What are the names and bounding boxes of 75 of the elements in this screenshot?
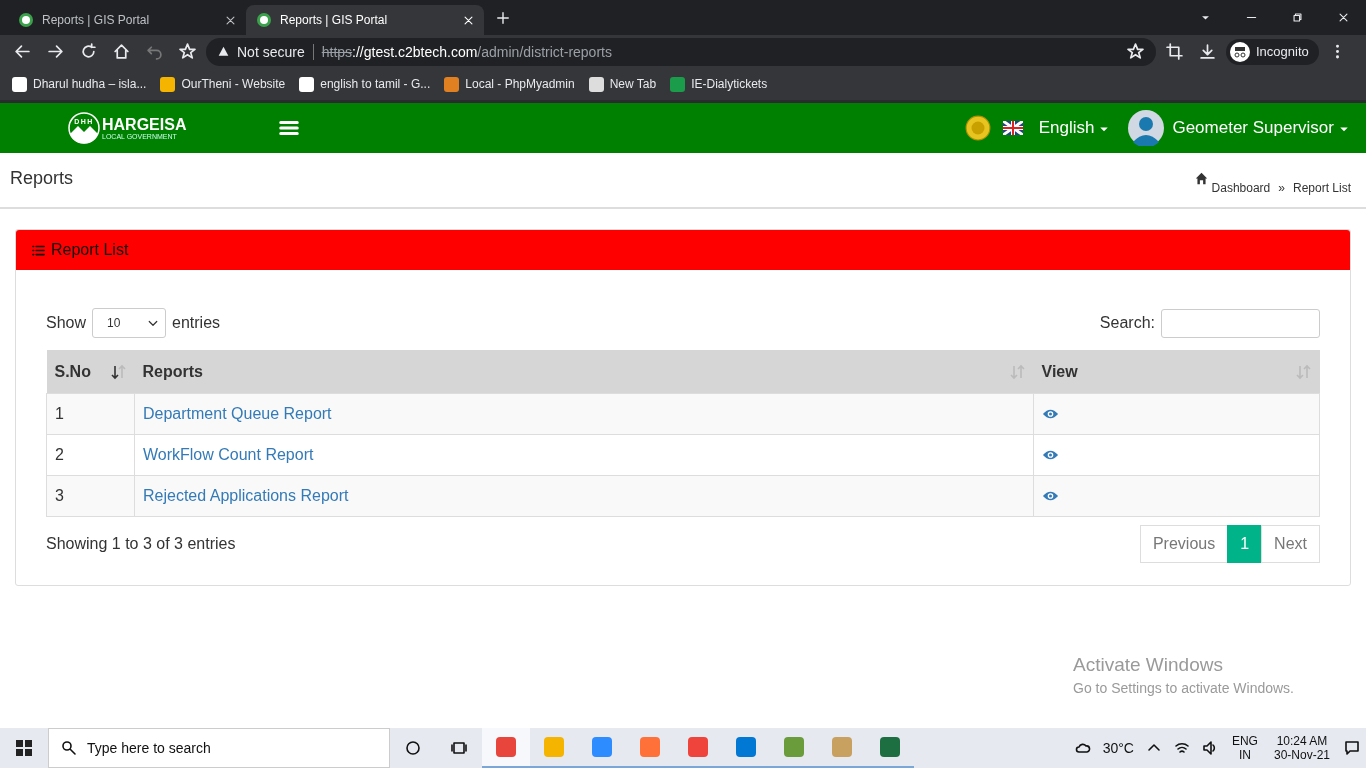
crop-icon[interactable] <box>1166 43 1183 60</box>
wifi-icon[interactable] <box>1173 740 1190 756</box>
undo-icon[interactable] <box>146 43 163 60</box>
breadcrumb-separator: » <box>1278 181 1285 195</box>
card-title: Report List <box>51 241 129 259</box>
table-cell: 2 <box>46 434 135 476</box>
entries-info: Showing 1 to 3 of 3 entries <box>46 535 236 553</box>
back-icon[interactable] <box>14 43 31 60</box>
tab-title: Reports | GIS Portal <box>280 13 389 27</box>
incognito-icon <box>1230 41 1250 62</box>
reload-icon[interactable] <box>80 43 97 60</box>
report-link[interactable]: Rejected Applications Report <box>143 487 349 504</box>
flag-icon <box>1002 121 1023 135</box>
report-link[interactable]: Department Queue Report <box>143 405 332 422</box>
column-header[interactable]: View <box>1033 350 1320 394</box>
table-cell: 1 <box>46 393 135 435</box>
bookmark-item[interactable]: New Tab <box>588 76 657 92</box>
table-cell: 3 <box>46 475 135 517</box>
star-icon[interactable] <box>1127 43 1144 60</box>
home-icon <box>1194 171 1208 185</box>
home-icon[interactable] <box>113 43 130 60</box>
eye-icon[interactable] <box>1042 490 1059 502</box>
show-label: Show <box>46 314 87 332</box>
breadcrumb-item: Report List <box>1292 181 1351 195</box>
warning-icon <box>218 46 229 57</box>
restore-icon[interactable] <box>1291 12 1303 23</box>
entries-select[interactable]: 10 <box>92 308 167 338</box>
language-dropdown[interactable]: English <box>1038 118 1111 138</box>
profile-button[interactable]: Incognito <box>1226 38 1319 65</box>
breadcrumb-item[interactable]: Dashboard <box>1211 181 1271 195</box>
avatar-icon[interactable] <box>1128 110 1165 146</box>
entries-label: entries <box>172 314 221 332</box>
tab-title: Reports | GIS Portal <box>42 13 151 27</box>
browser-tab[interactable]: Reports | GIS Portal <box>246 5 484 35</box>
star-icon[interactable] <box>179 43 196 60</box>
activation-text: Go to Settings to activate Windows. <box>1073 680 1295 696</box>
activation-title: Activate Windows <box>1073 654 1224 676</box>
search-field[interactable] <box>1161 308 1320 338</box>
weather-temperature[interactable]: 30°C <box>1102 740 1134 756</box>
input-region[interactable]: IN <box>1238 748 1251 762</box>
bookmark-item[interactable]: Dharul hudha – isla... <box>12 76 147 92</box>
column-header[interactable]: Reports <box>134 350 1034 394</box>
input-language[interactable]: ENG <box>1231 734 1258 748</box>
report-link[interactable]: WorkFlow Count Report <box>143 446 314 463</box>
search-icon <box>61 740 77 756</box>
security-label: Not secure <box>237 43 305 60</box>
bookmark-item[interactable]: IE-Dialytickets <box>670 76 768 92</box>
notification-icon[interactable] <box>1344 740 1360 756</box>
url-text: https://gtest.c2btech.com/admin/district-reports <box>321 43 612 60</box>
download-icon[interactable] <box>1199 43 1216 60</box>
page-title: Reports <box>10 168 74 190</box>
windows-start-icon[interactable] <box>16 740 32 756</box>
speaker-icon[interactable] <box>1201 740 1218 756</box>
list-icon <box>32 243 45 257</box>
forward-icon[interactable] <box>47 43 64 60</box>
emblem-icon <box>964 115 991 141</box>
close-icon[interactable] <box>225 14 236 26</box>
taskbar-search-field[interactable]: Type here to search <box>87 740 211 756</box>
bookmark-item[interactable]: Local - PhpMyadmin <box>444 76 575 92</box>
bookmark-item[interactable]: OurTheni - Website <box>160 76 286 92</box>
logo-title: HARGEISA <box>102 116 187 133</box>
clock-date[interactable]: 30-Nov-21 <box>1273 748 1330 762</box>
search-label: Search: <box>1099 314 1155 332</box>
new-tab-icon[interactable] <box>496 10 510 25</box>
eye-icon[interactable] <box>1042 449 1059 461</box>
close-icon[interactable] <box>1337 12 1349 23</box>
user-dropdown[interactable]: Geometer Supervisor <box>1172 118 1350 138</box>
clock-time[interactable]: 10:24 AM <box>1276 734 1328 748</box>
browser-tab[interactable]: Reports | GIS Portal <box>8 5 246 35</box>
task-view-icon[interactable] <box>451 740 467 756</box>
address-bar[interactable]: Not secure https://gtest.c2btech.com/admin/district-reports <box>206 37 1156 66</box>
close-icon[interactable] <box>463 14 474 26</box>
bookmark-item[interactable]: english to tamil - G... <box>299 76 431 92</box>
column-header[interactable]: S.No <box>46 350 135 394</box>
eye-icon[interactable] <box>1042 408 1059 420</box>
